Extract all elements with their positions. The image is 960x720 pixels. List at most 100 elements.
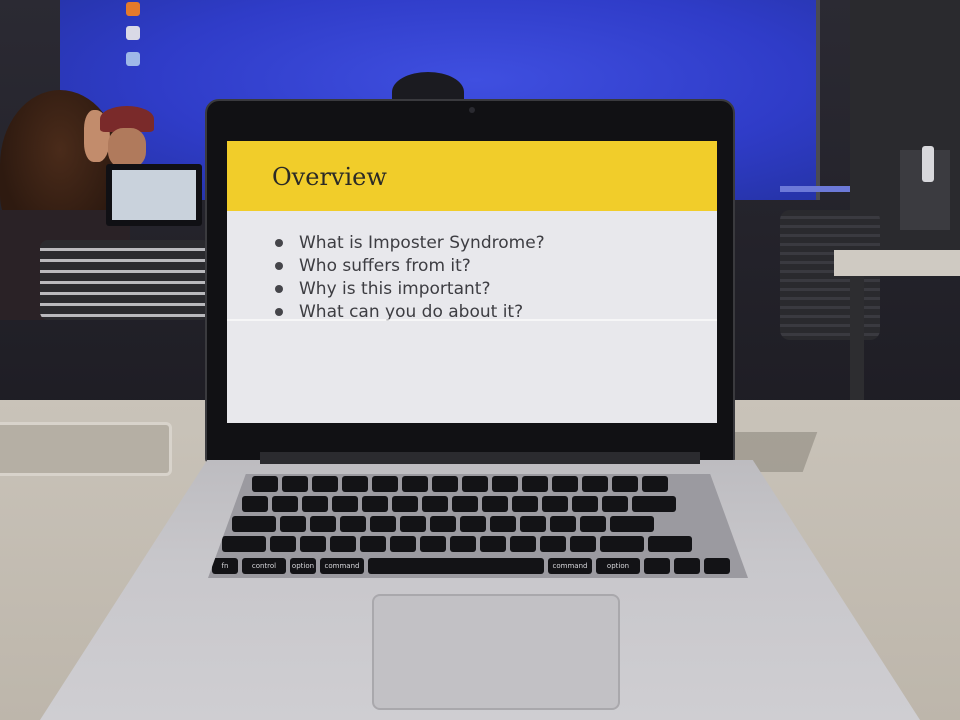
command-key[interactable]: command <box>320 558 364 574</box>
key[interactable] <box>330 536 356 552</box>
key[interactable] <box>648 536 692 552</box>
laptop-hinge <box>260 452 700 464</box>
slide-header: Overview <box>227 141 717 211</box>
key[interactable] <box>482 496 508 512</box>
key[interactable] <box>302 496 328 512</box>
key[interactable] <box>372 476 398 492</box>
key[interactable] <box>492 476 518 492</box>
key[interactable] <box>270 536 296 552</box>
list-item: Who suffers from it? <box>275 254 545 277</box>
bullet-text: Who suffers from it? <box>299 255 471 276</box>
option-key[interactable]: option <box>290 558 316 574</box>
key[interactable] <box>222 536 266 552</box>
key[interactable] <box>550 516 576 532</box>
key[interactable] <box>390 536 416 552</box>
key[interactable] <box>572 496 598 512</box>
key[interactable] <box>310 516 336 532</box>
bullet-icon <box>275 261 283 270</box>
key[interactable] <box>450 536 476 552</box>
spray-bottle <box>922 146 934 182</box>
key[interactable] <box>432 476 458 492</box>
bullet-icon <box>275 284 283 293</box>
bullet-icon <box>275 238 283 247</box>
command-key[interactable]: command <box>548 558 592 574</box>
key-row <box>252 476 668 492</box>
laptop-screen: Overview What is Imposter Syndrome? Who … <box>227 141 717 423</box>
key[interactable] <box>282 476 308 492</box>
key[interactable] <box>232 516 276 532</box>
key[interactable] <box>580 516 606 532</box>
key[interactable] <box>332 496 358 512</box>
desk-right <box>834 250 960 276</box>
slide-title: Overview <box>272 163 387 191</box>
key[interactable] <box>520 516 546 532</box>
screen-glare <box>227 319 717 321</box>
list-item: Why is this important? <box>275 277 545 300</box>
desktop-icon <box>126 26 140 40</box>
laptop-lid: Overview What is Imposter Syndrome? Who … <box>205 99 735 463</box>
desk-leg <box>850 276 864 406</box>
key[interactable] <box>420 536 446 552</box>
camera-icon <box>469 107 475 113</box>
key[interactable] <box>252 476 278 492</box>
key[interactable] <box>522 476 548 492</box>
key[interactable] <box>362 496 388 512</box>
space-bar[interactable] <box>368 558 544 574</box>
arrow-right-key[interactable] <box>704 558 730 574</box>
key[interactable] <box>632 496 676 512</box>
desk-cable-panel <box>0 422 172 476</box>
arrow-left-key[interactable] <box>644 558 670 574</box>
desktop-icon <box>126 52 140 66</box>
key[interactable] <box>570 536 596 552</box>
key[interactable] <box>272 496 298 512</box>
fn-key[interactable]: fn <box>212 558 238 574</box>
key-row <box>222 536 692 552</box>
key[interactable] <box>452 496 478 512</box>
list-item: What is Imposter Syndrome? <box>275 231 545 254</box>
key[interactable] <box>462 476 488 492</box>
key[interactable] <box>510 536 536 552</box>
key[interactable] <box>402 476 428 492</box>
key[interactable] <box>280 516 306 532</box>
trackpad[interactable] <box>372 594 620 710</box>
key[interactable] <box>612 476 638 492</box>
key[interactable] <box>542 496 568 512</box>
key[interactable] <box>242 496 268 512</box>
key[interactable] <box>602 496 628 512</box>
key[interactable] <box>340 516 366 532</box>
key[interactable] <box>552 476 578 492</box>
key[interactable] <box>400 516 426 532</box>
key[interactable] <box>460 516 486 532</box>
key[interactable] <box>312 476 338 492</box>
key[interactable] <box>512 496 538 512</box>
key[interactable] <box>360 536 386 552</box>
key[interactable] <box>430 516 456 532</box>
key[interactable] <box>600 536 644 552</box>
key[interactable] <box>490 516 516 532</box>
key-row <box>242 496 676 512</box>
key[interactable] <box>642 476 668 492</box>
bullet-icon <box>275 307 283 316</box>
key[interactable] <box>540 536 566 552</box>
key[interactable] <box>610 516 654 532</box>
key-row <box>232 516 654 532</box>
key[interactable] <box>422 496 448 512</box>
key-row: fn control option command command option <box>212 558 730 574</box>
control-key[interactable]: control <box>242 558 286 574</box>
chair <box>40 240 210 320</box>
option-key[interactable]: option <box>596 558 640 574</box>
bullet-text: What is Imposter Syndrome? <box>299 232 545 253</box>
student-face <box>108 128 146 168</box>
arrow-up-down-key[interactable] <box>674 558 700 574</box>
desktop-icon <box>126 2 140 16</box>
key[interactable] <box>370 516 396 532</box>
key[interactable] <box>300 536 326 552</box>
key[interactable] <box>582 476 608 492</box>
bullet-text: Why is this important? <box>299 278 491 299</box>
key[interactable] <box>392 496 418 512</box>
key[interactable] <box>480 536 506 552</box>
background-monitor-screen <box>112 170 196 220</box>
key[interactable] <box>342 476 368 492</box>
keyboard: fn control option command command option <box>208 474 748 578</box>
slide-bullet-list: What is Imposter Syndrome? Who suffers f… <box>275 231 545 323</box>
